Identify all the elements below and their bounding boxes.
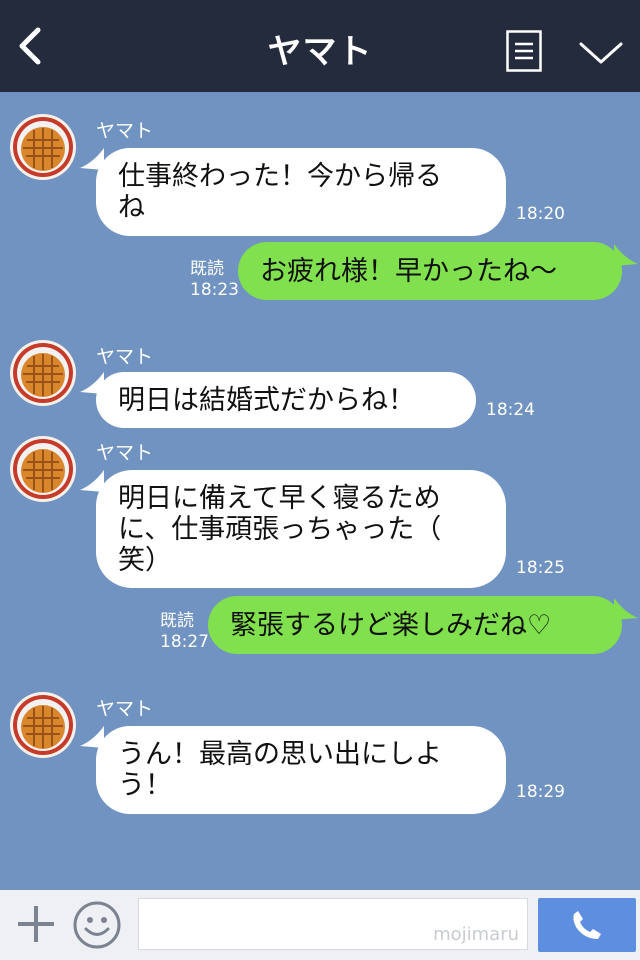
read-receipt: 既読 bbox=[160, 611, 194, 631]
pie-avatar-icon bbox=[13, 439, 73, 499]
input-bar: mojimaru bbox=[0, 890, 640, 960]
avatar[interactable] bbox=[10, 436, 76, 502]
chevron-down-icon[interactable] bbox=[578, 36, 624, 68]
smiley-icon[interactable] bbox=[72, 900, 122, 950]
avatar[interactable] bbox=[10, 692, 76, 758]
outgoing-message-bubble[interactable]: 緊張するけど楽しみだね♡ bbox=[208, 596, 622, 654]
incoming-message-bubble[interactable]: うん！最高の思い出にしよ う！ bbox=[96, 726, 506, 814]
avatar[interactable] bbox=[10, 340, 76, 406]
bubble-tail bbox=[614, 244, 638, 266]
message-time: 18:24 bbox=[486, 400, 535, 420]
pie-avatar-icon bbox=[13, 695, 73, 755]
message-input[interactable]: mojimaru bbox=[138, 898, 528, 950]
menu-icon[interactable] bbox=[506, 30, 542, 72]
sender-name: ヤマト bbox=[96, 346, 154, 368]
phone-icon bbox=[573, 911, 601, 939]
message-time: 18:29 bbox=[516, 782, 565, 802]
message-text: 明日に備えて早く寝るため に、仕事頑張っちゃった（ 笑） bbox=[118, 482, 442, 576]
sender-name: ヤマト bbox=[96, 442, 154, 464]
chat-header: ヤマト bbox=[0, 0, 640, 92]
plus-icon[interactable] bbox=[14, 902, 58, 946]
message-time: 18:27 bbox=[160, 632, 209, 652]
incoming-message-bubble[interactable]: 仕事終わった！今から帰る ね bbox=[96, 148, 506, 236]
message-text: うん！最高の思い出にしよ う！ bbox=[118, 739, 442, 801]
read-receipt: 既読 bbox=[190, 259, 224, 279]
pie-avatar-icon bbox=[13, 343, 73, 403]
message-text: 明日は結婚式だからね！ bbox=[118, 384, 415, 416]
bubble-tail bbox=[614, 598, 638, 620]
message-time: 18:25 bbox=[516, 558, 565, 578]
message-list[interactable]: ヤマト 仕事終わった！今から帰る ね 18:20 既読 18:23 お疲れ様！早… bbox=[0, 92, 640, 890]
pie-avatar-icon bbox=[13, 117, 73, 177]
message-time: 18:20 bbox=[516, 204, 565, 224]
avatar[interactable] bbox=[10, 114, 76, 180]
message-text: 仕事終わった！今から帰る ね bbox=[118, 161, 442, 223]
message-text: お疲れ様！早かったね〜 bbox=[260, 255, 557, 287]
sender-name: ヤマト bbox=[96, 698, 154, 720]
outgoing-message-bubble[interactable]: お疲れ様！早かったね〜 bbox=[238, 242, 622, 300]
chat-title: ヤマト bbox=[267, 32, 373, 72]
incoming-message-bubble[interactable]: 明日に備えて早く寝るため に、仕事頑張っちゃった（ 笑） bbox=[96, 470, 506, 588]
message-time: 18:23 bbox=[190, 280, 239, 300]
message-text: 緊張するけど楽しみだね♡ bbox=[230, 609, 552, 641]
sender-name: ヤマト bbox=[96, 120, 154, 142]
call-button[interactable] bbox=[538, 898, 636, 952]
watermark: mojimaru bbox=[433, 924, 519, 945]
incoming-message-bubble[interactable]: 明日は結婚式だからね！ bbox=[96, 372, 476, 428]
